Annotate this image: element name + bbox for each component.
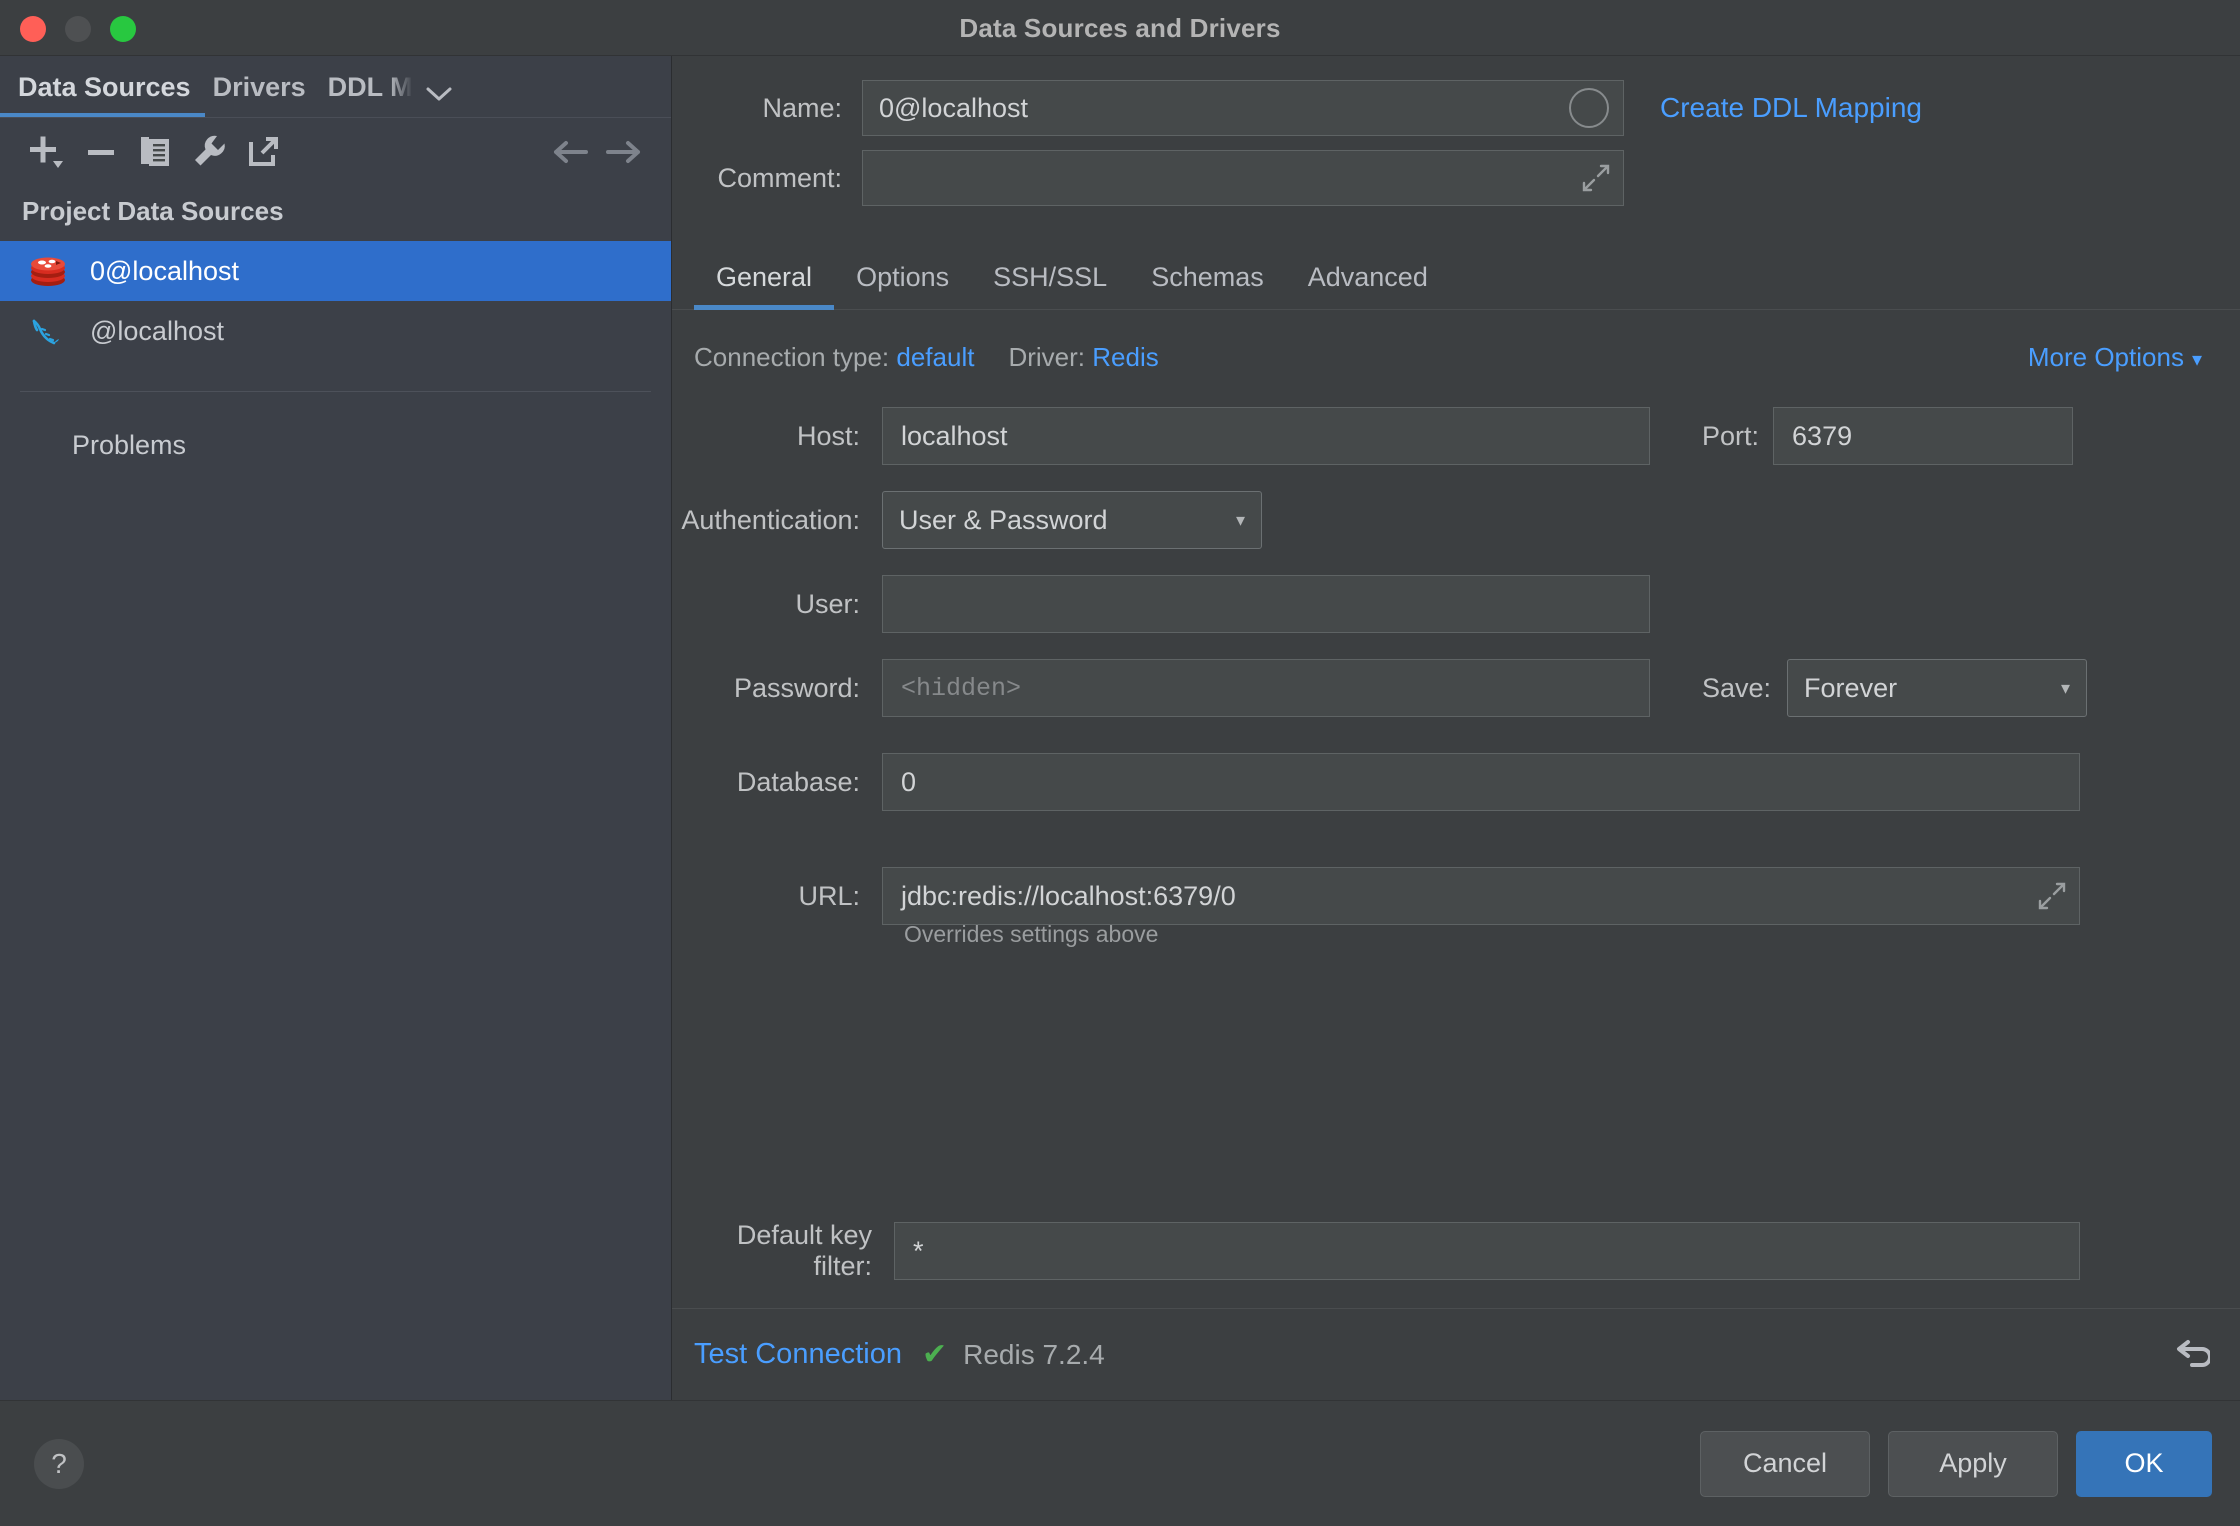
- url-input-value: jdbc:redis://localhost:6379/0: [901, 880, 1236, 911]
- list-item-mysql-datasource[interactable]: @localhost: [0, 301, 671, 361]
- tab-schemas[interactable]: Schemas: [1129, 262, 1286, 309]
- tab-options[interactable]: Options: [834, 262, 971, 309]
- database-label: Database:: [736, 766, 860, 797]
- check-icon: ✔: [921, 1338, 948, 1371]
- remove-icon[interactable]: [74, 129, 128, 175]
- tab-data-sources[interactable]: Data Sources: [0, 72, 205, 117]
- driver-value[interactable]: Redis: [1092, 342, 1158, 373]
- save-label: Save:: [1702, 672, 1772, 703]
- title-bar: Data Sources and Drivers: [0, 0, 2240, 56]
- sidebar-toolbar: [0, 118, 671, 186]
- port-input[interactable]: 6379: [1773, 407, 2074, 465]
- database-input[interactable]: 0: [882, 753, 2080, 811]
- host-label: Host:: [796, 420, 860, 451]
- connection-meta-row: Connection type: default Driver: Redis M…: [672, 342, 2240, 373]
- color-circle-icon[interactable]: [1569, 88, 1609, 128]
- list-item-label: @localhost: [90, 315, 224, 346]
- revert-icon[interactable]: [2170, 1335, 2210, 1375]
- detail-panel: Name: 0@localhost Create DDL Mapping Com…: [672, 56, 2240, 1400]
- url-row: URL: jdbc:redis://localhost:6379/0: [672, 867, 2240, 925]
- password-row: Password: <hidden> Save: Forever ▾: [672, 659, 2240, 717]
- footer-buttons: Cancel Apply OK: [1700, 1430, 2212, 1497]
- password-input[interactable]: <hidden>: [882, 659, 1650, 717]
- data-sources-dialog: Data Sources and Drivers Data Sources Dr…: [0, 0, 2240, 1526]
- chevron-down-icon: ▾: [2191, 349, 2202, 371]
- ok-button[interactable]: OK: [2076, 1430, 2212, 1497]
- user-row: User:: [672, 575, 2240, 633]
- authentication-row: Authentication: User & Password ▾: [672, 491, 2240, 549]
- list-item-label: 0@localhost: [90, 255, 239, 286]
- tab-ssh-ssl[interactable]: SSH/SSL: [971, 262, 1129, 309]
- port-label: Port:: [1702, 420, 1760, 451]
- section-title: Project Data Sources: [22, 196, 284, 226]
- tab-advanced[interactable]: Advanced: [1286, 262, 1450, 309]
- comment-input[interactable]: [862, 150, 1624, 206]
- copy-icon[interactable]: [128, 129, 182, 175]
- password-label: Password:: [733, 672, 860, 703]
- name-input[interactable]: 0@localhost: [862, 80, 1624, 136]
- database-row: Database: 0: [672, 753, 2240, 811]
- cancel-button[interactable]: Cancel: [1700, 1430, 1870, 1497]
- save-select[interactable]: Forever ▾: [1787, 659, 2088, 717]
- tab-ddl-mappings[interactable]: DDL M: [328, 72, 413, 117]
- list-item-redis-datasource[interactable]: 0@localhost: [0, 241, 671, 301]
- chevron-down-icon: ▾: [2061, 677, 2071, 698]
- driver-label: Driver:: [1008, 342, 1086, 372]
- export-icon[interactable]: [236, 129, 290, 175]
- dialog-body: Data Sources Drivers DDL M Project Data …: [0, 56, 2240, 1400]
- name-input-value: 0@localhost: [879, 92, 1028, 123]
- chevron-down-icon: ▾: [1235, 509, 1245, 530]
- sidebar-item-problems[interactable]: Problems: [0, 392, 671, 461]
- test-connection-bar: Test Connection ✔ Redis 7.2.4: [672, 1308, 2240, 1400]
- sidebar: Data Sources Drivers DDL M Project Data …: [0, 56, 672, 1400]
- host-row: Host: localhost Port: 6379: [672, 407, 2240, 465]
- help-icon[interactable]: ?: [34, 1438, 84, 1489]
- create-ddl-mapping-link[interactable]: Create DDL Mapping: [1660, 92, 1922, 124]
- add-icon[interactable]: [20, 129, 74, 175]
- authentication-value: User & Password: [899, 504, 1108, 535]
- user-label: User:: [795, 588, 860, 619]
- connection-type-value[interactable]: default: [896, 342, 974, 373]
- name-label: Name:: [762, 92, 842, 123]
- identity-form: Name: 0@localhost Create DDL Mapping Com…: [672, 56, 2240, 220]
- apply-button[interactable]: Apply: [1888, 1430, 2058, 1497]
- connection-type-label: Connection type:: [694, 342, 890, 372]
- data-source-list: 0@localhost @localhost: [0, 241, 671, 361]
- url-hint: Overrides settings above: [904, 921, 1159, 947]
- comment-row: Comment:: [672, 150, 2240, 206]
- settings-tabs: General Options SSH/SSL Schemas Advanced: [672, 246, 2240, 310]
- comment-label: Comment:: [717, 162, 842, 193]
- redis-icon: [28, 253, 68, 289]
- arrow-right-icon[interactable]: [597, 129, 651, 175]
- name-row: Name: 0@localhost Create DDL Mapping: [672, 80, 2240, 136]
- key-filter-label: Default key filter:: [736, 1220, 872, 1281]
- expand-icon[interactable]: [2037, 881, 2067, 911]
- url-input[interactable]: jdbc:redis://localhost:6379/0: [882, 867, 2080, 925]
- test-connection-link[interactable]: Test Connection: [694, 1338, 902, 1371]
- more-options-button[interactable]: More Options ▾: [2028, 342, 2202, 373]
- wrench-icon[interactable]: [182, 129, 236, 175]
- user-input[interactable]: [882, 575, 1650, 633]
- window-title: Data Sources and Drivers: [959, 13, 1281, 43]
- host-input[interactable]: localhost: [882, 407, 1650, 465]
- sidebar-tabs: Data Sources Drivers DDL M: [0, 56, 671, 118]
- server-version-label: Redis 7.2.4: [963, 1338, 1105, 1370]
- authentication-select[interactable]: User & Password ▾: [882, 491, 1262, 549]
- chevron-down-icon[interactable]: [425, 85, 453, 103]
- url-label: URL:: [798, 880, 860, 911]
- more-options-label: More Options: [2027, 342, 2184, 372]
- general-settings: Connection type: default Driver: Redis M…: [672, 310, 2240, 1308]
- tab-general[interactable]: General: [694, 262, 835, 310]
- save-value: Forever: [1804, 672, 1898, 703]
- tab-drivers[interactable]: Drivers: [213, 72, 306, 117]
- expand-icon[interactable]: [1581, 163, 1611, 193]
- dialog-footer: ? Cancel Apply OK: [0, 1400, 2240, 1526]
- sidebar-nav: [543, 129, 651, 175]
- key-filter-row: Default key filter: *: [672, 1220, 2240, 1282]
- arrow-left-icon[interactable]: [543, 129, 597, 175]
- key-filter-input[interactable]: *: [894, 1222, 2080, 1280]
- mysql-icon: [28, 313, 68, 349]
- authentication-label: Authentication:: [681, 504, 860, 535]
